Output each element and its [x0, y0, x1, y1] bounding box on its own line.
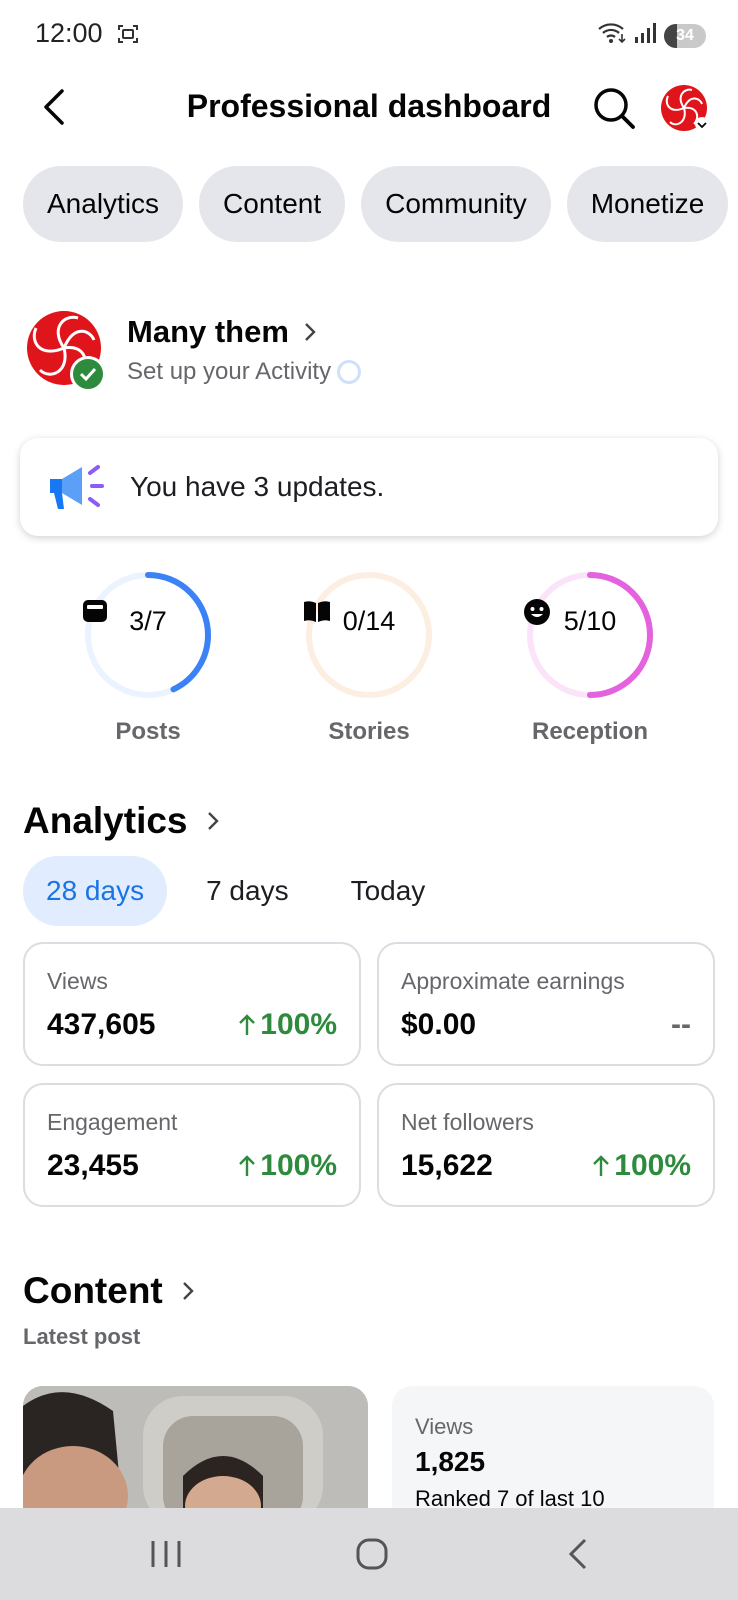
latest-post-stats[interactable]: Views 1,825 Ranked 7 of last 10	[392, 1386, 714, 1516]
range-tab-28-days[interactable]: 28 days	[23, 856, 168, 926]
stat-card-earnings[interactable]: Approximate earnings $0.00 --	[377, 942, 715, 1066]
account-switcher-avatar[interactable]	[660, 84, 710, 134]
ring-value: 5/10	[563, 606, 617, 636]
ring-label: Reception	[531, 718, 648, 745]
stat-card-net-followers[interactable]: Net followers 15,622 100%	[377, 1083, 715, 1207]
smiley-icon	[524, 599, 550, 625]
stat-value: 15,622	[401, 1149, 493, 1182]
stat-label: Engagement	[47, 1109, 178, 1135]
goal-rings: 3/7 Posts 0/14 Stories 5/10 Reception	[0, 568, 738, 748]
post-views-label: Views	[415, 1414, 474, 1439]
profile-subtitle-row[interactable]: Set up your Activity	[127, 358, 362, 386]
profile-row[interactable]: Many them Set up your Activity	[26, 310, 716, 396]
stat-change-value: --	[671, 1008, 691, 1041]
updates-text: You have 3 updates.	[130, 471, 385, 502]
battery-level: 34	[676, 26, 694, 44]
range-tab-today[interactable]: Today	[328, 856, 449, 926]
chip-analytics[interactable]: Analytics	[23, 166, 184, 242]
chip-community[interactable]: Community	[361, 166, 551, 242]
arrow-up-icon	[239, 1155, 256, 1176]
stat-change: 100%	[238, 1008, 337, 1042]
home-button[interactable]	[342, 1530, 402, 1578]
posts-icon	[83, 600, 107, 622]
back-icon	[568, 1538, 587, 1570]
status-bar: 12:00 34	[0, 0, 738, 72]
recent-apps-icon	[151, 1541, 181, 1567]
chip-content[interactable]: Content	[199, 166, 346, 242]
screenshot-icon	[116, 22, 140, 46]
chevron-right-icon	[207, 812, 219, 830]
ring-stories[interactable]: 0/14 Stories	[289, 568, 449, 746]
verified-check-icon	[70, 356, 106, 392]
search-button[interactable]	[588, 82, 640, 134]
stat-change-value: 100%	[260, 1008, 337, 1041]
stat-card-views[interactable]: Views 437,605 100%	[23, 942, 361, 1066]
profile-name: Many them	[127, 314, 289, 349]
stat-card-engagement[interactable]: Engagement 23,455 100%	[23, 1083, 361, 1207]
battery-icon: 34	[664, 23, 706, 48]
system-back-button[interactable]	[548, 1530, 608, 1578]
header: Professional dashboard	[0, 72, 738, 152]
content-title: Content	[23, 1270, 163, 1311]
analytics-title: Analytics	[23, 800, 188, 841]
recent-apps-button[interactable]	[136, 1530, 196, 1578]
ring-value: 3/7	[129, 606, 167, 636]
stat-change: 100%	[592, 1149, 691, 1183]
arrow-up-icon	[593, 1155, 610, 1176]
latest-post-thumbnail[interactable]	[23, 1386, 368, 1516]
ring-reception[interactable]: 5/10 Reception	[510, 568, 670, 746]
stat-change: 100%	[238, 1149, 337, 1183]
stat-label: Views	[47, 968, 108, 994]
home-icon	[356, 1538, 388, 1570]
stat-label: Net followers	[401, 1109, 534, 1135]
post-views-value: 1,825	[415, 1446, 486, 1477]
wifi-icon	[596, 20, 628, 51]
stat-value: 23,455	[47, 1149, 139, 1182]
stat-change-value: 100%	[260, 1149, 337, 1182]
activity-progress-icon	[337, 360, 362, 384]
stat-value: 437,605	[47, 1008, 156, 1041]
analytics-section-header[interactable]: Analytics	[23, 800, 220, 842]
stat-change: --	[671, 1008, 691, 1042]
profile-name-row[interactable]: Many them	[127, 314, 317, 350]
chip-monetize[interactable]: Monetize	[566, 166, 729, 242]
profile-avatar[interactable]	[26, 310, 106, 392]
ring-label: Stories	[328, 718, 410, 745]
chevron-right-icon	[305, 323, 316, 341]
post-photo-image	[23, 1386, 368, 1516]
chevron-right-icon	[182, 1282, 194, 1300]
category-chips: Analytics Content Community Monetize	[23, 166, 729, 242]
updates-card[interactable]: You have 3 updates.	[20, 438, 718, 536]
profile-subtitle: Set up your Activity	[127, 358, 332, 385]
arrow-up-icon	[239, 1014, 256, 1035]
stories-book-icon	[304, 601, 330, 622]
stat-label: Approximate earnings	[401, 968, 625, 994]
megaphone-icon	[50, 465, 104, 509]
ring-posts[interactable]: 3/7 Posts	[68, 568, 228, 746]
stat-value: $0.00	[401, 1008, 477, 1041]
content-section-header[interactable]: Content	[23, 1270, 195, 1312]
ring-label: Posts	[115, 718, 181, 745]
system-nav-bar	[0, 1508, 738, 1600]
date-range-tabs: 28 days 7 days Today	[23, 856, 464, 926]
search-icon	[594, 88, 635, 129]
status-time: 12:00	[35, 18, 103, 48]
ring-value: 0/14	[342, 606, 396, 636]
signal-icon	[634, 21, 658, 50]
range-tab-7-days[interactable]: 7 days	[183, 856, 312, 926]
profile-logo-icon	[661, 85, 709, 131]
stat-change-value: 100%	[614, 1149, 691, 1182]
latest-post-label: Latest post	[23, 1324, 141, 1349]
